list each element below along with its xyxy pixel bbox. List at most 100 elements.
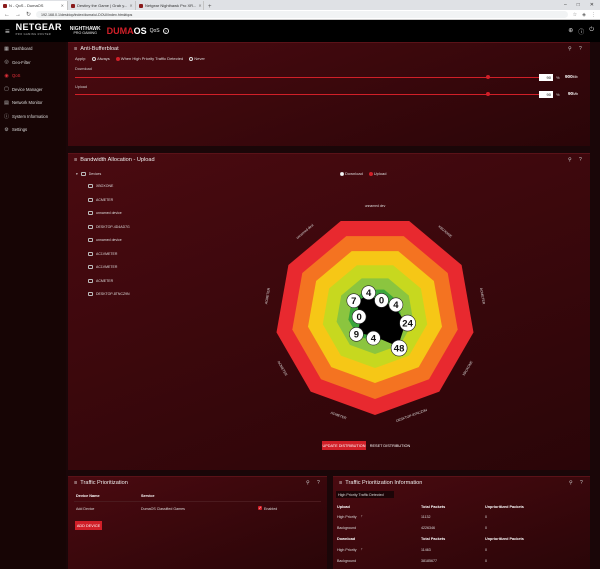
wheel-device-label: ACMETER: [479, 288, 486, 306]
anti-bufferbloat-panel: ≡ Anti-Bufferbloat ⚲ ? Apply: Always When…: [68, 42, 590, 146]
bookmark-star-icon[interactable]: ☆: [573, 12, 577, 18]
upload-percent-input[interactable]: 90: [539, 91, 553, 98]
reload-icon[interactable]: ↻: [26, 11, 31, 18]
url-input[interactable]: 192.168.0.1/desktop/index/duma/ui-DOUI/i…: [36, 11, 568, 18]
upload-slider-handle[interactable]: [486, 92, 490, 96]
device-name-column: Device Name: [76, 494, 100, 498]
hamburger-icon[interactable]: ≡: [74, 46, 77, 52]
add-device-button[interactable]: ADD DEVICE: [75, 521, 102, 530]
row-name: High Priority: [337, 515, 357, 519]
reset-distribution-button[interactable]: RESET DISTRIBUTION: [368, 441, 412, 450]
qos-icon: ◉: [4, 72, 9, 79]
pin-icon[interactable]: ⚲: [306, 480, 310, 486]
globe-icon[interactable]: ⊕: [568, 27, 573, 36]
allocation-handle[interactable]: 4: [361, 285, 376, 300]
globe-icon: ◎: [4, 59, 9, 66]
close-tab-icon[interactable]: ✕: [61, 3, 64, 8]
maximize-button[interactable]: □: [577, 2, 580, 8]
sidebar-item-system-information[interactable]: ⓘ System Information: [0, 110, 66, 124]
sidebar-item-network-monitor[interactable]: ▤ Network Monitor: [0, 96, 66, 110]
upload-header: Upload: [337, 505, 350, 509]
status-badge: High Priority Traffic Detected: [336, 491, 394, 498]
sidebar-item-geo-filter[interactable]: ◎ Geo-Filter: [0, 56, 66, 70]
download-percent-input[interactable]: 90: [539, 74, 553, 81]
row-name: High Priority: [337, 548, 357, 552]
allocation-handle[interactable]: 7: [346, 293, 362, 308]
radio-circle-icon: [115, 56, 120, 61]
allocation-value: 9: [354, 330, 359, 341]
radio-never[interactable]: Never: [189, 56, 205, 61]
percent-sign: %: [556, 75, 560, 80]
sidebar-item-label: Device Manager: [12, 86, 43, 92]
close-window-button[interactable]: ✕: [590, 2, 594, 8]
radio-when-detected[interactable]: When High Priority Traffic Detected: [115, 56, 183, 61]
pin-icon[interactable]: ⚲: [569, 480, 573, 486]
radio-always[interactable]: Always: [92, 56, 110, 61]
allocation-handle[interactable]: 0: [374, 293, 389, 308]
hamburger-icon[interactable]: ≡: [339, 480, 342, 486]
enabled-checkbox[interactable]: ✓: [258, 506, 262, 510]
extension-icon[interactable]: ◈: [582, 12, 586, 18]
sidebar-item-label: Geo-Filter: [12, 59, 31, 65]
allocation-handle[interactable]: 48: [390, 339, 408, 357]
up-arrow-icon: ↑: [361, 547, 363, 551]
download-mbps: 900Mb: [565, 74, 578, 79]
sidebar-item-device-manager[interactable]: ▢ Device Manager: [0, 83, 66, 97]
mbps-unit: Mb: [572, 75, 578, 79]
browser-tab-destiny[interactable]: Destiny the Game | Grab y... ✕: [68, 1, 136, 10]
forward-icon[interactable]: →: [15, 12, 21, 18]
close-tab-icon[interactable]: ✕: [129, 3, 132, 8]
download-header: Download: [337, 537, 356, 541]
browser-tab-qos[interactable]: N - QoS - DumaOS ✕: [0, 1, 68, 10]
browser-tab-netgear[interactable]: Netgear Nighthawk Pro XR... ✕: [136, 1, 204, 10]
total-cell: 4226346: [421, 526, 435, 530]
wheel-device-label: ACMETER: [276, 360, 288, 377]
power-icon[interactable]: ⏻: [589, 27, 594, 36]
sidebar-item-label: Dashboard: [12, 46, 33, 52]
help-icon[interactable]: ?: [580, 480, 583, 486]
allocation-handle[interactable]: 4: [388, 297, 404, 313]
download-slider-handle[interactable]: [486, 75, 490, 79]
download-slider[interactable]: [75, 77, 542, 78]
help-icon[interactable]: ?: [579, 46, 582, 52]
row-name: Background: [337, 526, 357, 530]
total-cell: 38185677: [421, 559, 437, 563]
sidebar-item-label: QoS: [12, 73, 21, 79]
allocation-value: 4: [393, 300, 399, 311]
total-cell: 11132: [421, 515, 431, 519]
unprio-cell: 0: [485, 548, 487, 552]
help-icon[interactable]: ?: [317, 480, 320, 486]
hamburger-menu-icon[interactable]: ≡: [5, 27, 10, 36]
upload-label: Upload: [75, 85, 88, 89]
divider: [74, 501, 321, 502]
allocation-value: 0: [379, 296, 384, 307]
hamburger-icon[interactable]: ≡: [74, 480, 77, 486]
bandwidth-wheel[interactable]: 40 424484907unnamed devXBOXONEACMETERXBOX…: [68, 154, 590, 471]
sidebar: ▦ Dashboard ◎ Geo-Filter ◉ QoS ▢ Device Mana…: [0, 42, 66, 569]
service-column: Service: [141, 494, 155, 498]
app-header: ≡ NETGEAR PRO GAMING ROUTER NIGHTHAWK PRO …: [0, 20, 600, 42]
traffic-info-panel: ≡ Traffic Prioritization Information ⚲ ? …: [333, 476, 590, 569]
panel-title: Traffic Prioritization Information: [345, 480, 423, 486]
allocation-handle[interactable]: 4: [366, 330, 381, 346]
pin-icon[interactable]: ⚲: [568, 46, 572, 52]
minimize-button[interactable]: –: [564, 2, 567, 8]
sidebar-item-settings[interactable]: ⚙ Settings: [0, 123, 66, 137]
window-controls: – □ ✕: [558, 0, 600, 10]
menu-dots-icon[interactable]: ⋮: [591, 12, 596, 18]
info-icon[interactable]: ⓘ: [578, 27, 584, 36]
traffic-prioritization-panel: ≡ Traffic Prioritization ⚲ ? Device Name …: [68, 476, 327, 569]
allocation-handle[interactable]: 24: [399, 314, 416, 332]
sidebar-item-qos[interactable]: ◉ QoS: [0, 69, 66, 83]
panel-header: ≡ Traffic Prioritization: [74, 480, 128, 486]
upload-mbps: 90Mb: [568, 91, 578, 96]
allocation-handle[interactable]: 9: [349, 327, 364, 342]
help-icon[interactable]: ?: [162, 28, 169, 34]
back-icon[interactable]: ←: [4, 12, 10, 18]
page-title: QoS: [149, 28, 160, 34]
close-tab-icon[interactable]: ✕: [198, 3, 201, 8]
update-distribution-button[interactable]: UPDATE DISTRIBUTION: [322, 441, 366, 450]
sidebar-item-dashboard[interactable]: ▦ Dashboard: [0, 42, 66, 56]
allocation-handle[interactable]: 0: [351, 309, 367, 324]
upload-slider[interactable]: [75, 94, 542, 95]
